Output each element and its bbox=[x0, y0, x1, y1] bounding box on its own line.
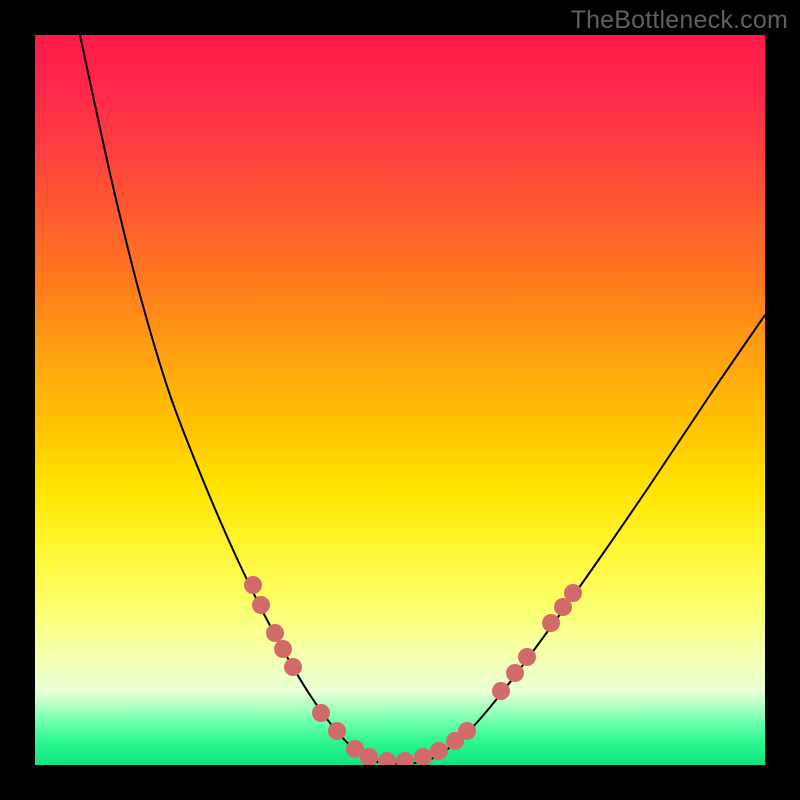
data-marker bbox=[430, 742, 448, 760]
data-marker bbox=[396, 752, 414, 765]
data-marker bbox=[266, 624, 284, 642]
data-marker bbox=[518, 648, 536, 666]
watermark-text: TheBottleneck.com bbox=[571, 6, 788, 35]
data-marker bbox=[252, 596, 270, 614]
data-marker bbox=[284, 658, 302, 676]
chart-svg bbox=[35, 35, 765, 765]
data-marker bbox=[274, 640, 292, 658]
data-marker bbox=[378, 752, 396, 765]
data-marker bbox=[414, 748, 432, 765]
data-marker bbox=[312, 704, 330, 722]
data-marker bbox=[244, 576, 262, 594]
data-marker bbox=[506, 664, 524, 682]
data-marker bbox=[564, 584, 582, 602]
markers-group bbox=[244, 576, 582, 765]
plot-area bbox=[35, 35, 765, 765]
data-marker bbox=[542, 614, 560, 632]
data-marker bbox=[328, 722, 346, 740]
data-marker bbox=[458, 722, 476, 740]
curve-line bbox=[80, 35, 765, 764]
data-marker bbox=[492, 682, 510, 700]
chart-frame: TheBottleneck.com bbox=[0, 0, 800, 800]
